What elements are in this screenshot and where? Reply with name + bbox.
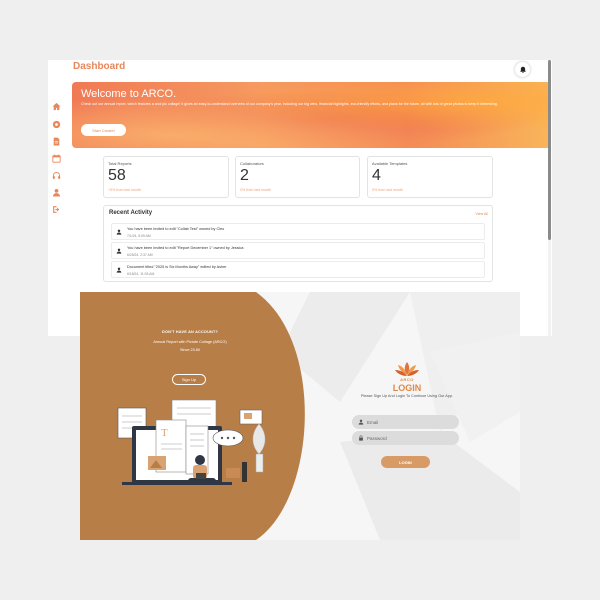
sidebar	[48, 90, 64, 336]
login-window: DON'T HAVE AN ACCOUNT? Annual Report wit…	[80, 292, 520, 540]
workspace-illustration: T	[117, 399, 266, 485]
settings-icon[interactable]	[52, 120, 61, 129]
document-icon[interactable]	[52, 137, 61, 146]
lotus-logo-icon	[395, 362, 419, 376]
page-title: Dashboard	[73, 61, 126, 72]
stat-card-total-reports: Total Reports 58 +5% from last month	[103, 156, 229, 198]
activity-time: 7/1/24, 5:05 AM	[127, 234, 151, 238]
user-icon	[358, 419, 364, 425]
stat-label: Collaborators	[240, 161, 264, 166]
brand-name: ARCO	[400, 377, 414, 382]
welcome-banner: Welcome to ARCO. Check out our annual re…	[72, 82, 551, 148]
welcome-text: Check out our annual report, which featu…	[81, 102, 498, 106]
stat-card-available-templates: Available Templates 4 0% from last month	[367, 156, 493, 198]
login-subtitle: Please Sign Up And Login To Continue Usi…	[360, 394, 454, 398]
login-button[interactable]: LOGIN	[381, 456, 430, 468]
bell-icon	[519, 66, 526, 73]
stat-card-collaborators: Collaborators 2 0% from last month	[235, 156, 360, 198]
scrollbar-thumb[interactable]	[548, 60, 551, 240]
stat-note: +5% from last month	[108, 188, 142, 192]
activity-item[interactable]: You have been invited to edit "Report De…	[111, 242, 485, 259]
activity-time: 6/18/24, 11:03 AM	[127, 272, 155, 276]
activity-text: You have been invited to edit "Collab Te…	[127, 227, 225, 231]
login-title: LOGIN	[392, 383, 422, 393]
report-date: Since 23.80	[179, 348, 201, 352]
password-input[interactable]	[367, 431, 455, 445]
sign-up-button[interactable]: Sign Up	[172, 374, 206, 385]
activity-time: 6/25/24, 2:37 AM	[127, 253, 153, 257]
recent-activity-panel: Recent Activity View All You have been i…	[103, 205, 493, 282]
report-name: Annual Report with Pictute Collage (ARCO…	[153, 340, 227, 344]
user-icon	[116, 248, 122, 254]
email-field[interactable]	[352, 415, 459, 429]
stat-value: 58	[108, 167, 126, 184]
password-field[interactable]	[352, 431, 459, 445]
stat-label: Available Templates	[372, 161, 408, 166]
stat-value: 4	[372, 167, 381, 184]
stat-note: 0% from last month	[372, 188, 403, 192]
headphones-icon[interactable]	[52, 171, 61, 180]
stat-value: 2	[240, 167, 249, 184]
notifications-button[interactable]	[515, 62, 530, 77]
lock-icon	[358, 435, 364, 441]
user-icon	[116, 229, 122, 235]
activity-item[interactable]: You have been invited to edit "Collab Te…	[111, 223, 485, 240]
brand: ARCO	[372, 360, 442, 382]
user-icon[interactable]	[52, 188, 61, 197]
signup-promo: DON'T HAVE AN ACCOUNT? Annual Report wit…	[150, 330, 230, 352]
email-input[interactable]	[367, 415, 455, 429]
view-all-link[interactable]: View All	[475, 212, 488, 216]
activity-text: You have been invited to edit "Report De…	[127, 246, 244, 250]
activity-item[interactable]: Document titled "2025 is Six Months Away…	[111, 261, 485, 278]
calendar-icon[interactable]	[52, 154, 61, 163]
activity-title: Recent Activity	[109, 210, 153, 216]
activity-text: Document titled "2025 is Six Months Away…	[127, 265, 227, 269]
stat-note: 0% from last month	[240, 188, 271, 192]
welcome-title: Welcome to ARCO.	[81, 88, 177, 100]
start-create-button[interactable]: Start Create!	[81, 124, 126, 136]
logout-icon[interactable]	[52, 205, 61, 214]
user-icon	[116, 267, 122, 273]
stat-label: Total Reports	[108, 161, 132, 166]
no-account-heading: DON'T HAVE AN ACCOUNT?	[162, 330, 218, 334]
home-icon[interactable]	[52, 102, 61, 111]
svg-text:T: T	[161, 427, 168, 439]
